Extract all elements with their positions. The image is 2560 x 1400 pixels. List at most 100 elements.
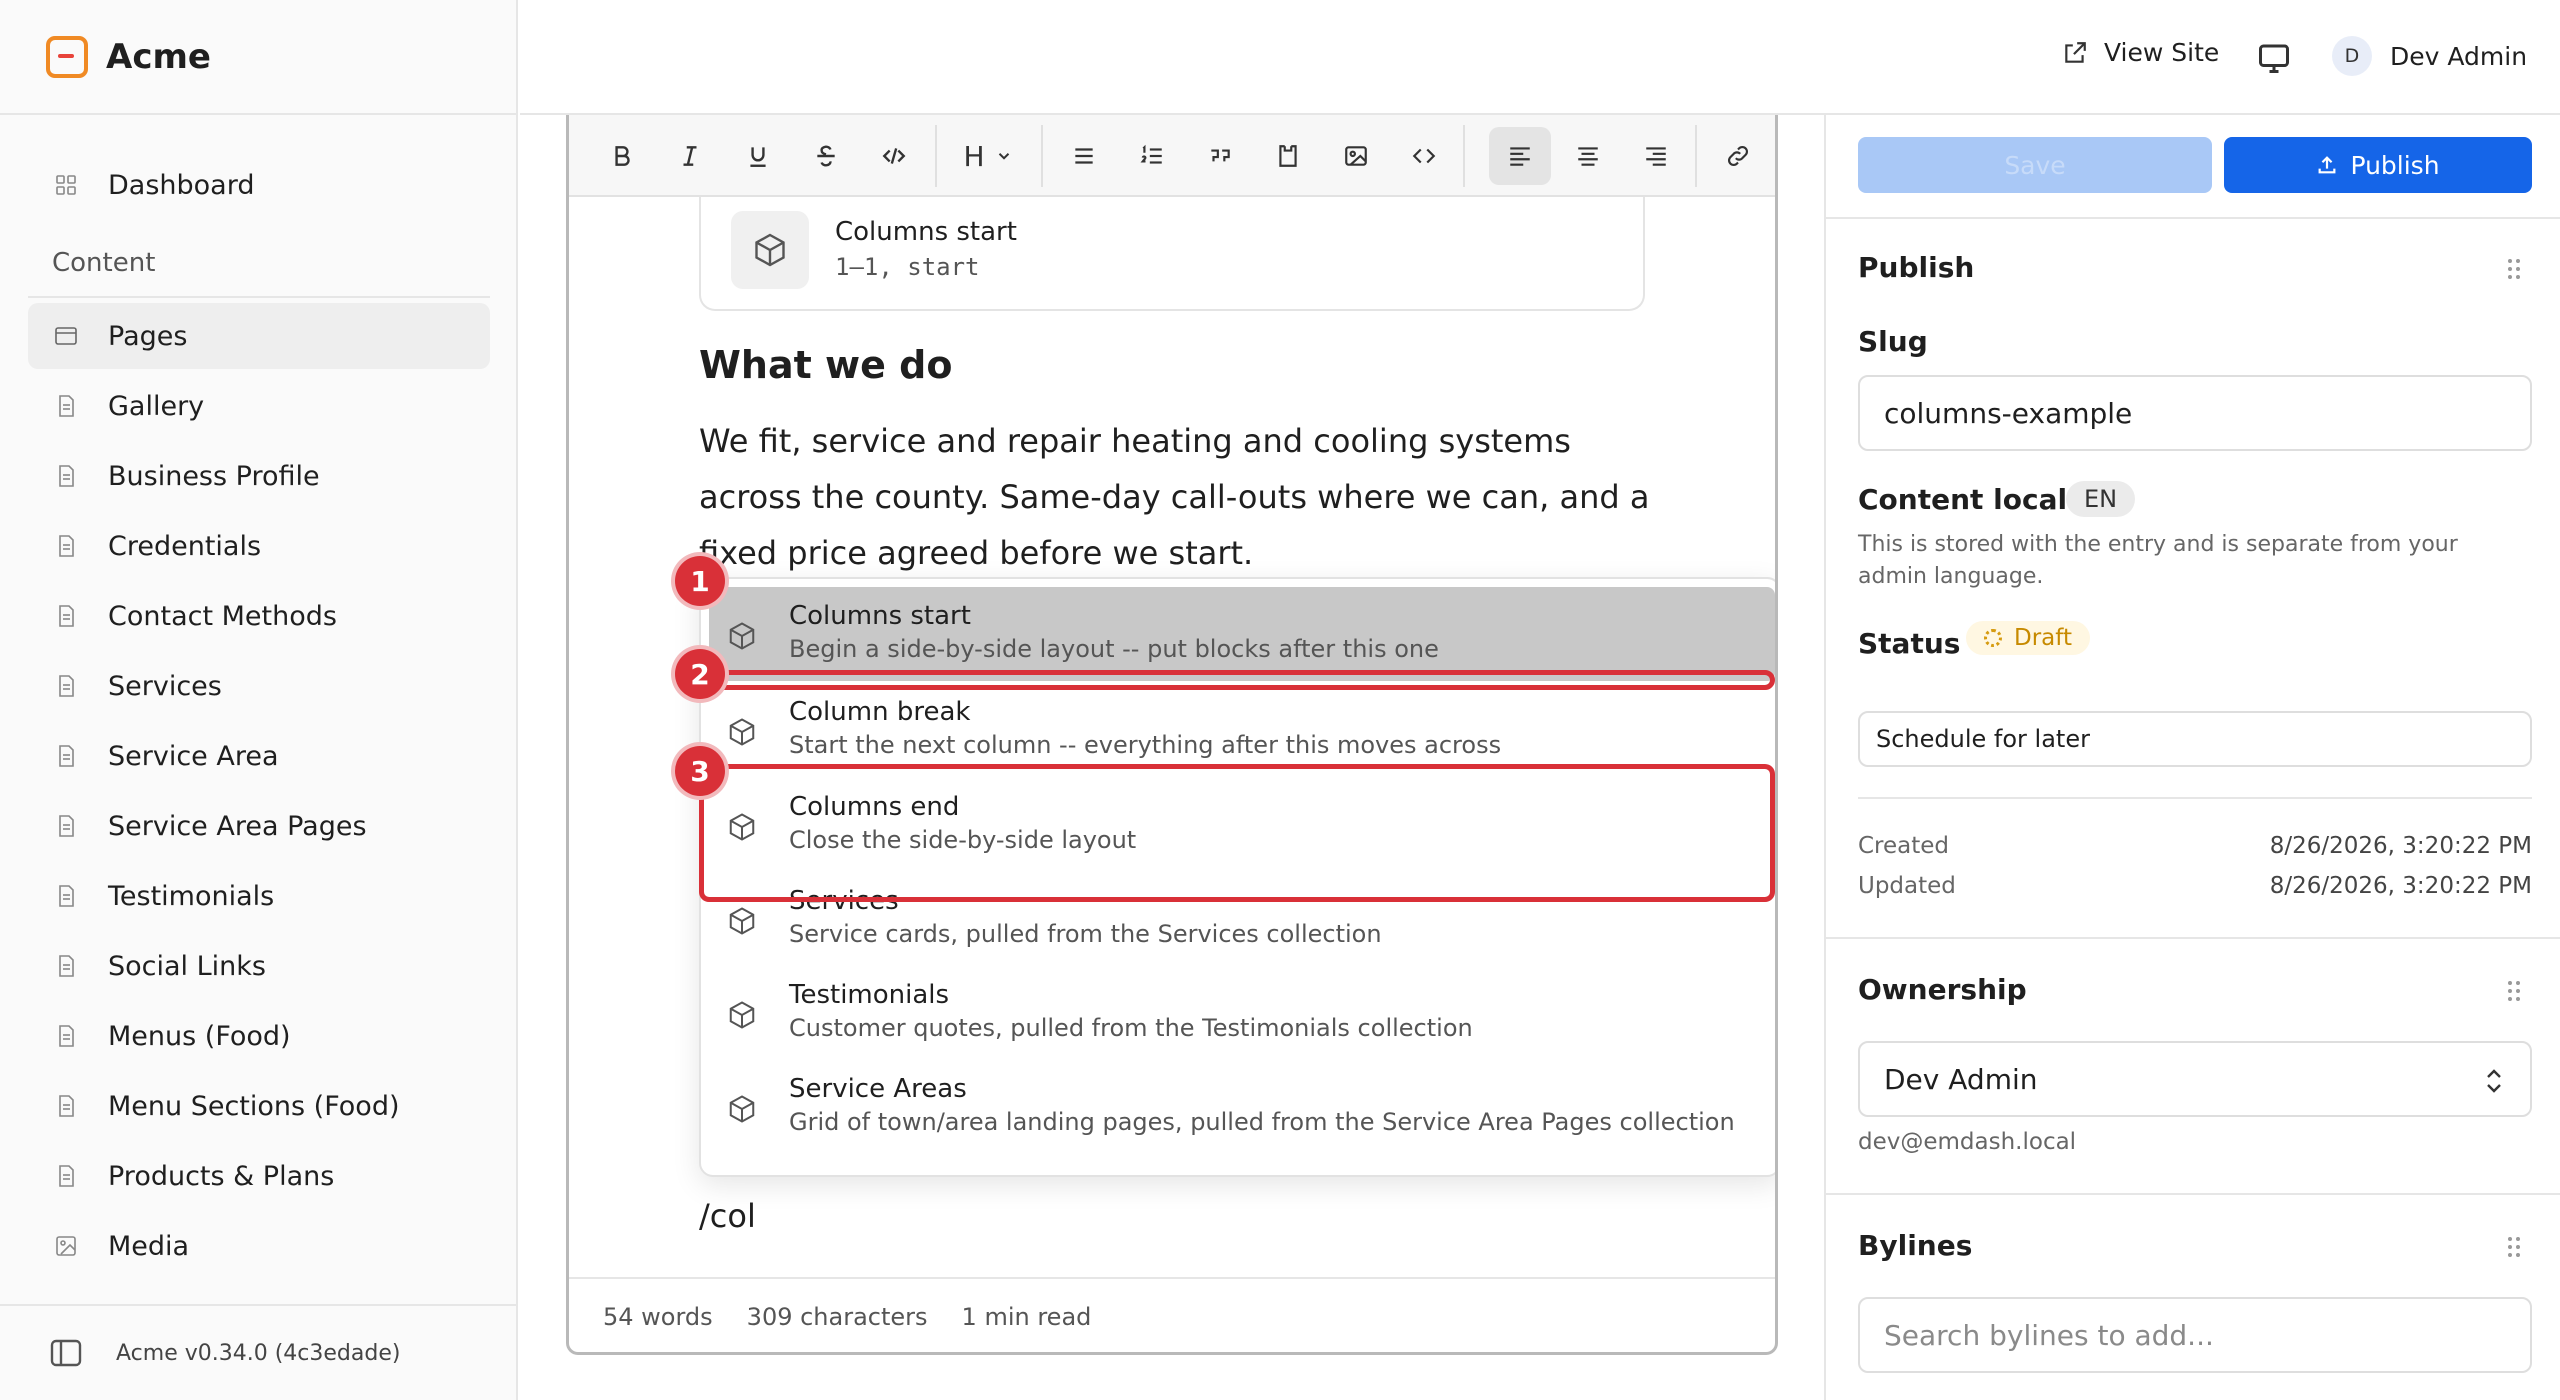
- sidebar-item-testimonials[interactable]: Testimonials: [28, 863, 490, 929]
- locale-badge: EN: [2066, 481, 2136, 517]
- schedule-button[interactable]: Schedule for later: [1858, 711, 2532, 767]
- document-icon: [59, 1025, 74, 1047]
- sidebar-item-menus-food[interactable]: Menus (Food): [28, 1003, 490, 1069]
- inline-code-button[interactable]: [863, 127, 925, 185]
- sidebar-item-label: Dashboard: [108, 169, 255, 201]
- align-right-button[interactable]: [1625, 127, 1687, 185]
- user-menu[interactable]: D Dev Admin: [2332, 36, 2527, 76]
- sidebar-item-pages[interactable]: Pages: [28, 303, 490, 369]
- sidebar-item-gallery[interactable]: Gallery: [28, 373, 490, 439]
- block-title: Columns start: [835, 217, 1017, 247]
- blockquote-button[interactable]: [1189, 127, 1251, 185]
- sidebar-item-dashboard[interactable]: Dashboard: [28, 152, 490, 218]
- sidebar-item-credentials[interactable]: Credentials: [28, 513, 490, 579]
- sidebar-item-service-area-pages[interactable]: Service Area Pages: [28, 793, 490, 859]
- owner-select[interactable]: Dev Admin: [1858, 1041, 2532, 1117]
- document-icon: [59, 745, 74, 767]
- app-version: Acme v0.34.0 (4c3edade): [116, 1340, 401, 1366]
- document-icon: [59, 885, 74, 907]
- locale-help-text: This is stored with the entry and is sep…: [1858, 532, 2458, 589]
- columns-start-block[interactable]: Columns start 1–1, start: [699, 197, 1645, 311]
- monitor-icon[interactable]: [2256, 40, 2292, 76]
- document-icon: [59, 1165, 74, 1187]
- sidebar-item-menu-sections-food[interactable]: Menu Sections (Food): [28, 1073, 490, 1139]
- sidebar-item-services[interactable]: Services: [28, 653, 490, 719]
- menu-item-title: Columns start: [789, 601, 971, 631]
- drag-handle-icon[interactable]: [2506, 1235, 2522, 1259]
- menu-item-desc: Begin a side-by-side layout -- put block…: [789, 635, 1439, 663]
- menu-item-columns-start[interactable]: Columns start Begin a side-by-side layou…: [709, 587, 1775, 681]
- chevron-up-down-icon: [2487, 1069, 2501, 1093]
- sidebar-item-label: Pages: [108, 320, 188, 352]
- block-insert-button[interactable]: [1257, 127, 1319, 185]
- view-site-label: View Site: [2104, 38, 2220, 67]
- owner-value: Dev Admin: [1884, 1062, 2038, 1096]
- italic-button[interactable]: [659, 127, 721, 185]
- slash-command-menu: Columns start Begin a side-by-side layou…: [699, 577, 1775, 1177]
- menu-item-columns-end[interactable]: Columns end Close the side-by-side layou…: [701, 778, 1775, 872]
- block-subtitle: 1–1, start: [835, 253, 980, 281]
- sidebar-item-business-profile[interactable]: Business Profile: [28, 443, 490, 509]
- editor-toolbar: H: [569, 115, 1775, 197]
- view-site-link[interactable]: View Site: [2062, 38, 2219, 67]
- sidebar: Acme Dashboard Content Pages Gallery Bus…: [0, 0, 518, 1400]
- link-button[interactable]: [1707, 127, 1769, 185]
- sidebar-item-media[interactable]: Media: [28, 1213, 490, 1279]
- menu-item-service-areas[interactable]: Service Areas Grid of town/area landing …: [701, 1060, 1775, 1154]
- publish-button[interactable]: Publish: [2224, 137, 2532, 193]
- document-icon: [59, 465, 74, 487]
- image-button[interactable]: [1325, 127, 1387, 185]
- ordered-list-icon: [1140, 144, 1162, 164]
- sidebar-item-label: Services: [108, 670, 222, 702]
- menu-item-testimonials[interactable]: Testimonials Customer quotes, pulled fro…: [701, 966, 1775, 1060]
- bullet-list-button[interactable]: [1053, 127, 1115, 185]
- menu-item-title: Columns end: [789, 792, 960, 822]
- toolbar-separator: [1041, 125, 1043, 187]
- toolbar-separator: [935, 125, 937, 187]
- save-button[interactable]: Save: [1858, 137, 2212, 193]
- align-left-button[interactable]: [1489, 127, 1551, 185]
- ordered-list-button[interactable]: [1121, 127, 1183, 185]
- slug-input[interactable]: columns-example: [1858, 375, 2532, 451]
- rich-text-editor[interactable]: H Columns start 1–1, start What we do We…: [566, 115, 1778, 1355]
- brand-name: Acme: [106, 36, 211, 77]
- code-block-button[interactable]: [1393, 127, 1455, 185]
- sidebar-item-contact-methods[interactable]: Contact Methods: [28, 583, 490, 649]
- heading-label: H: [963, 139, 985, 173]
- image-icon: [56, 1236, 76, 1256]
- sidebar-item-service-area[interactable]: Service Area: [28, 723, 490, 789]
- sidebar-item-label: Testimonials: [108, 880, 275, 912]
- underline-button[interactable]: [727, 127, 789, 185]
- heading-dropdown[interactable]: H: [947, 127, 1029, 185]
- bylines-search-input[interactable]: Search bylines to add...: [1858, 1297, 2532, 1373]
- strikethrough-button[interactable]: [795, 127, 857, 185]
- sidebar-item-label: Service Area Pages: [108, 810, 367, 842]
- sidebar-item-label: Service Area: [108, 740, 279, 772]
- menu-item-services[interactable]: Services Service cards, pulled from the …: [701, 872, 1775, 966]
- document-settings-panel: Save Publish Publish Slug columns-exampl…: [1824, 115, 2560, 1400]
- menu-item-title: Service Areas: [789, 1074, 967, 1104]
- grid-icon: [56, 175, 76, 195]
- bold-button[interactable]: [591, 127, 653, 185]
- page-layout-icon: [55, 327, 77, 345]
- sidebar-item-social-links[interactable]: Social Links: [28, 933, 490, 999]
- content-paragraph[interactable]: We fit, service and repair heating and c…: [699, 413, 1659, 581]
- sidebar-toggle-icon[interactable]: [50, 1339, 82, 1367]
- drag-handle-icon[interactable]: [2506, 257, 2522, 281]
- acme-logo-icon: [46, 35, 88, 78]
- draft-icon: [1984, 629, 2002, 647]
- quote-icon: [1211, 149, 1230, 162]
- sidebar-item-products-plans[interactable]: Products & Plans: [28, 1143, 490, 1209]
- menu-item-desc: Start the next column -- everything afte…: [789, 731, 1502, 759]
- updated-label: Updated: [1858, 873, 1956, 899]
- brand[interactable]: Acme: [0, 0, 518, 115]
- save-label: Save: [2004, 150, 2066, 180]
- menu-item-column-break[interactable]: Column break Start the next column -- ev…: [701, 683, 1775, 777]
- drag-handle-icon[interactable]: [2506, 979, 2522, 1003]
- slash-command-text[interactable]: /col: [699, 1197, 756, 1235]
- menu-item-title: Testimonials: [789, 980, 950, 1010]
- content-heading[interactable]: What we do: [699, 343, 952, 387]
- align-center-button[interactable]: [1557, 127, 1619, 185]
- menu-item-desc: Customer quotes, pulled from the Testimo…: [789, 1014, 1473, 1042]
- status-badge: Draft: [1966, 621, 2090, 655]
